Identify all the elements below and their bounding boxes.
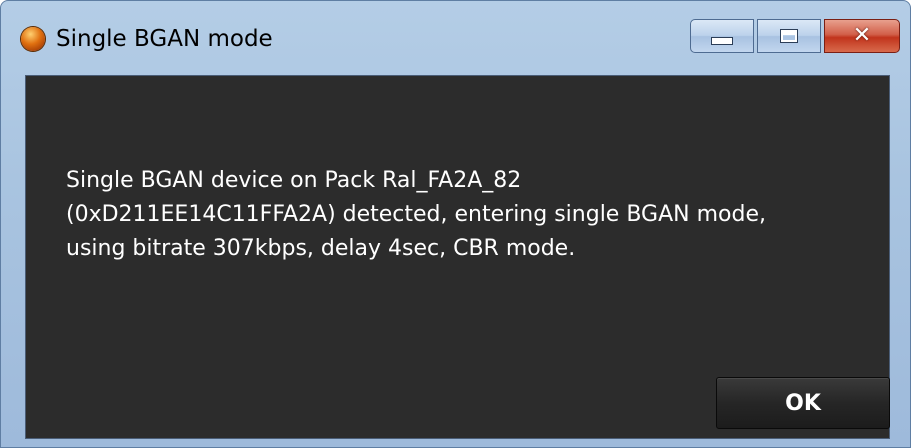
- message-line: using bitrate 307kbps, delay 4sec, CBR m…: [66, 236, 576, 261]
- window-title: Single BGAN mode: [56, 26, 273, 52]
- message-line: (0xD211EE14C11FFA2A) detected, entering …: [66, 202, 766, 227]
- minimize-button[interactable]: [690, 19, 754, 53]
- dialog-window: Single BGAN mode ✕ Single BGAN device on…: [0, 0, 911, 448]
- dialog-body: Single BGAN device on Pack Ral_FA2A_82 (…: [25, 75, 890, 439]
- message-line: Single BGAN device on Pack Ral_FA2A_82: [66, 168, 522, 193]
- maximize-icon: [780, 29, 798, 43]
- app-orb-icon: [21, 27, 45, 51]
- close-button[interactable]: ✕: [824, 19, 900, 53]
- caption-buttons: ✕: [690, 19, 900, 55]
- maximize-button[interactable]: [757, 19, 821, 53]
- close-icon: ✕: [852, 23, 872, 48]
- minimize-icon: [711, 37, 733, 45]
- title-bar[interactable]: Single BGAN mode ✕: [1, 1, 910, 75]
- ok-button[interactable]: OK: [716, 377, 890, 429]
- dialog-message: Single BGAN device on Pack Ral_FA2A_82 (…: [66, 164, 866, 266]
